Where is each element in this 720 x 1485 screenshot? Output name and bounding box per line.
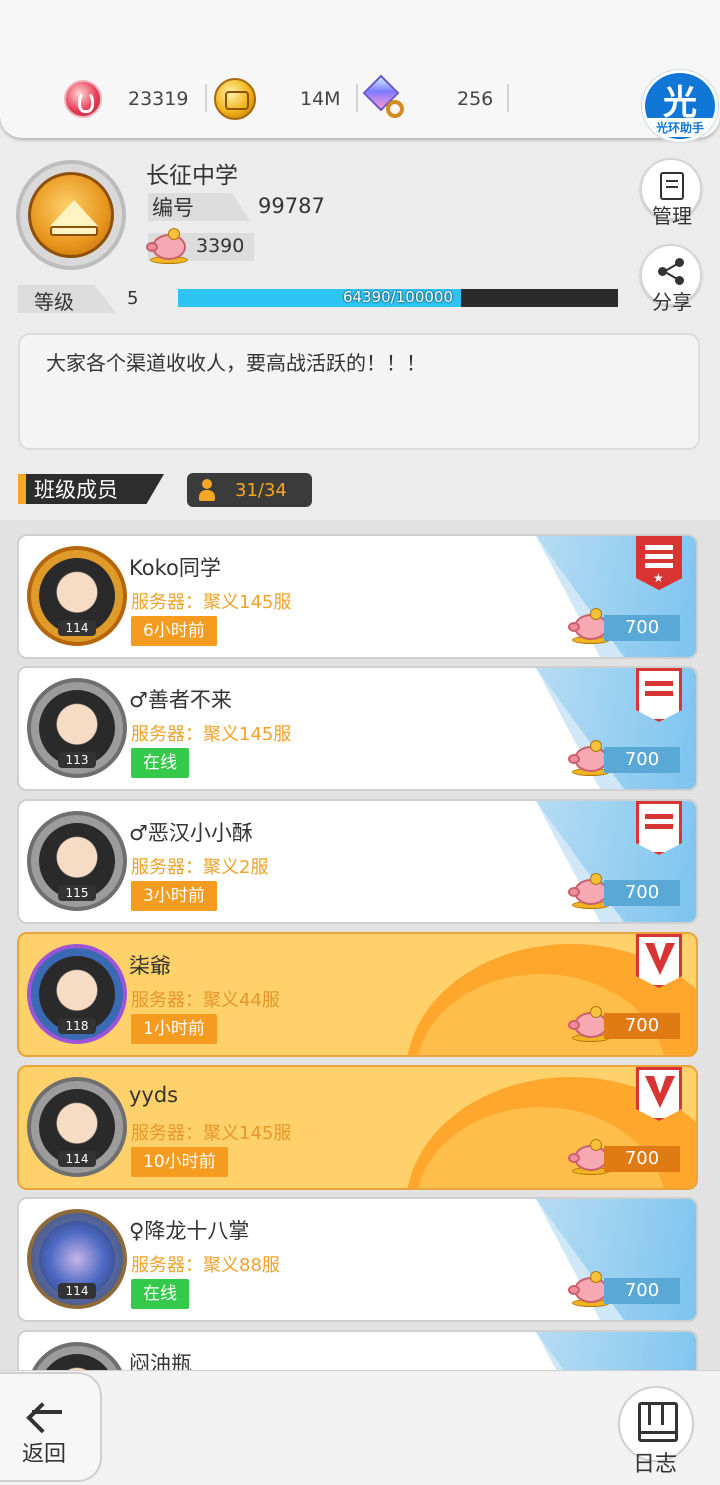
id-label: 编号 (152, 196, 194, 220)
document-settings-icon (660, 172, 684, 200)
member-server: 服务器：聚义145服 (131, 592, 292, 613)
member-server: 服务器：聚义44服 (131, 990, 280, 1011)
level-label: 等级 (34, 290, 74, 314)
member-avatar[interactable]: 114 (25, 1203, 131, 1315)
person-icon (199, 479, 215, 501)
member-level: 114 (58, 1151, 96, 1167)
member-status: 在线 (131, 748, 189, 778)
member-server: 服务器：聚义145服 (131, 1123, 292, 1144)
gem-icon (362, 74, 406, 122)
gold-coin-icon (214, 78, 256, 120)
class-name: 长征中学 (146, 163, 238, 189)
manage-button[interactable]: 管理 (640, 158, 702, 228)
exp-progress-bar: 64390/100000 (178, 288, 618, 307)
class-id: 99787 (258, 194, 325, 218)
member-server: 服务器：聚义2服 (131, 857, 269, 878)
member-level: 113 (58, 752, 96, 768)
member-contribution: 700 (604, 615, 680, 641)
member-card[interactable]: 114 ♀降龙十八掌服务器：聚义88服在线 700 (17, 1197, 698, 1322)
member-contribution: 700 (604, 747, 680, 773)
member-contribution: 700 (604, 1146, 680, 1172)
member-name: Koko同学 (129, 556, 221, 580)
level-value: 5 (127, 288, 139, 309)
piggy-bank-icon (146, 228, 190, 264)
member-avatar[interactable]: 114 (25, 540, 131, 652)
back-button[interactable]: 返回 (0, 1372, 102, 1482)
currency-bar: 23319 14M 256 (0, 0, 720, 138)
members-title: 班级成员 (34, 478, 118, 502)
member-name: 柒爺 (129, 954, 171, 978)
member-contribution: 700 (604, 1013, 680, 1039)
member-status: 6小时前 (131, 616, 217, 646)
member-level: 115 (58, 885, 96, 901)
member-status: 1小时前 (131, 1014, 217, 1044)
member-level: 114 (58, 620, 96, 636)
class-funds: 3390 (196, 235, 245, 257)
log-label: 日志 (633, 1452, 678, 1477)
member-status: 3小时前 (131, 881, 217, 911)
member-level: 118 (58, 1018, 96, 1034)
member-card[interactable]: 114 yyds 服务器：聚义145服 10小时前 700 (17, 1065, 698, 1190)
member-avatar[interactable]: 114 (25, 1071, 131, 1183)
book-icon (638, 1402, 678, 1442)
helper-badge[interactable]: 光 光环助手 (642, 70, 718, 142)
member-card[interactable]: 114 Koko同学 服务器：聚义145服 6小时前 ★ 700 (17, 534, 698, 659)
member-server: 服务器：聚义88服 (131, 1255, 280, 1276)
member-status: 10小时前 (131, 1147, 228, 1177)
class-emblem (16, 160, 126, 270)
member-card[interactable]: 115 ♂恶汉小小酥 服务器：聚义2服 3小时前 700 (17, 799, 698, 924)
member-level: 114 (58, 1283, 96, 1299)
share-button[interactable]: 分享 (640, 244, 702, 314)
member-contribution: 700 (604, 880, 680, 906)
member-name: yyds (129, 1083, 179, 1107)
member-name: ♀降龙十八掌 (129, 1219, 250, 1243)
crown-icon (48, 200, 100, 236)
member-count: 31/34 (187, 473, 312, 507)
member-avatar[interactable]: 113 (25, 672, 131, 784)
member-avatar[interactable]: 115 (25, 805, 131, 917)
back-arrow-icon (28, 1398, 64, 1426)
member-avatar[interactable]: 118 (25, 938, 131, 1050)
member-name: ♂善者不来 (129, 688, 232, 712)
member-card[interactable]: 113 ♂善者不来服务器：聚义145服在线 700 (17, 666, 698, 791)
member-contribution: 700 (604, 1278, 680, 1304)
member-name: ♂恶汉小小酥 (129, 821, 253, 845)
member-server: 服务器：聚义145服 (131, 724, 292, 745)
member-card[interactable]: 118 柒爺服务器：聚义44服 1小时前 700 (17, 932, 698, 1057)
share-icon (658, 258, 686, 286)
member-status: 在线 (131, 1279, 189, 1309)
class-notice: 大家各个渠道收收人，要高战活跃的！！！ (18, 333, 700, 450)
red-coin-icon (64, 80, 102, 118)
